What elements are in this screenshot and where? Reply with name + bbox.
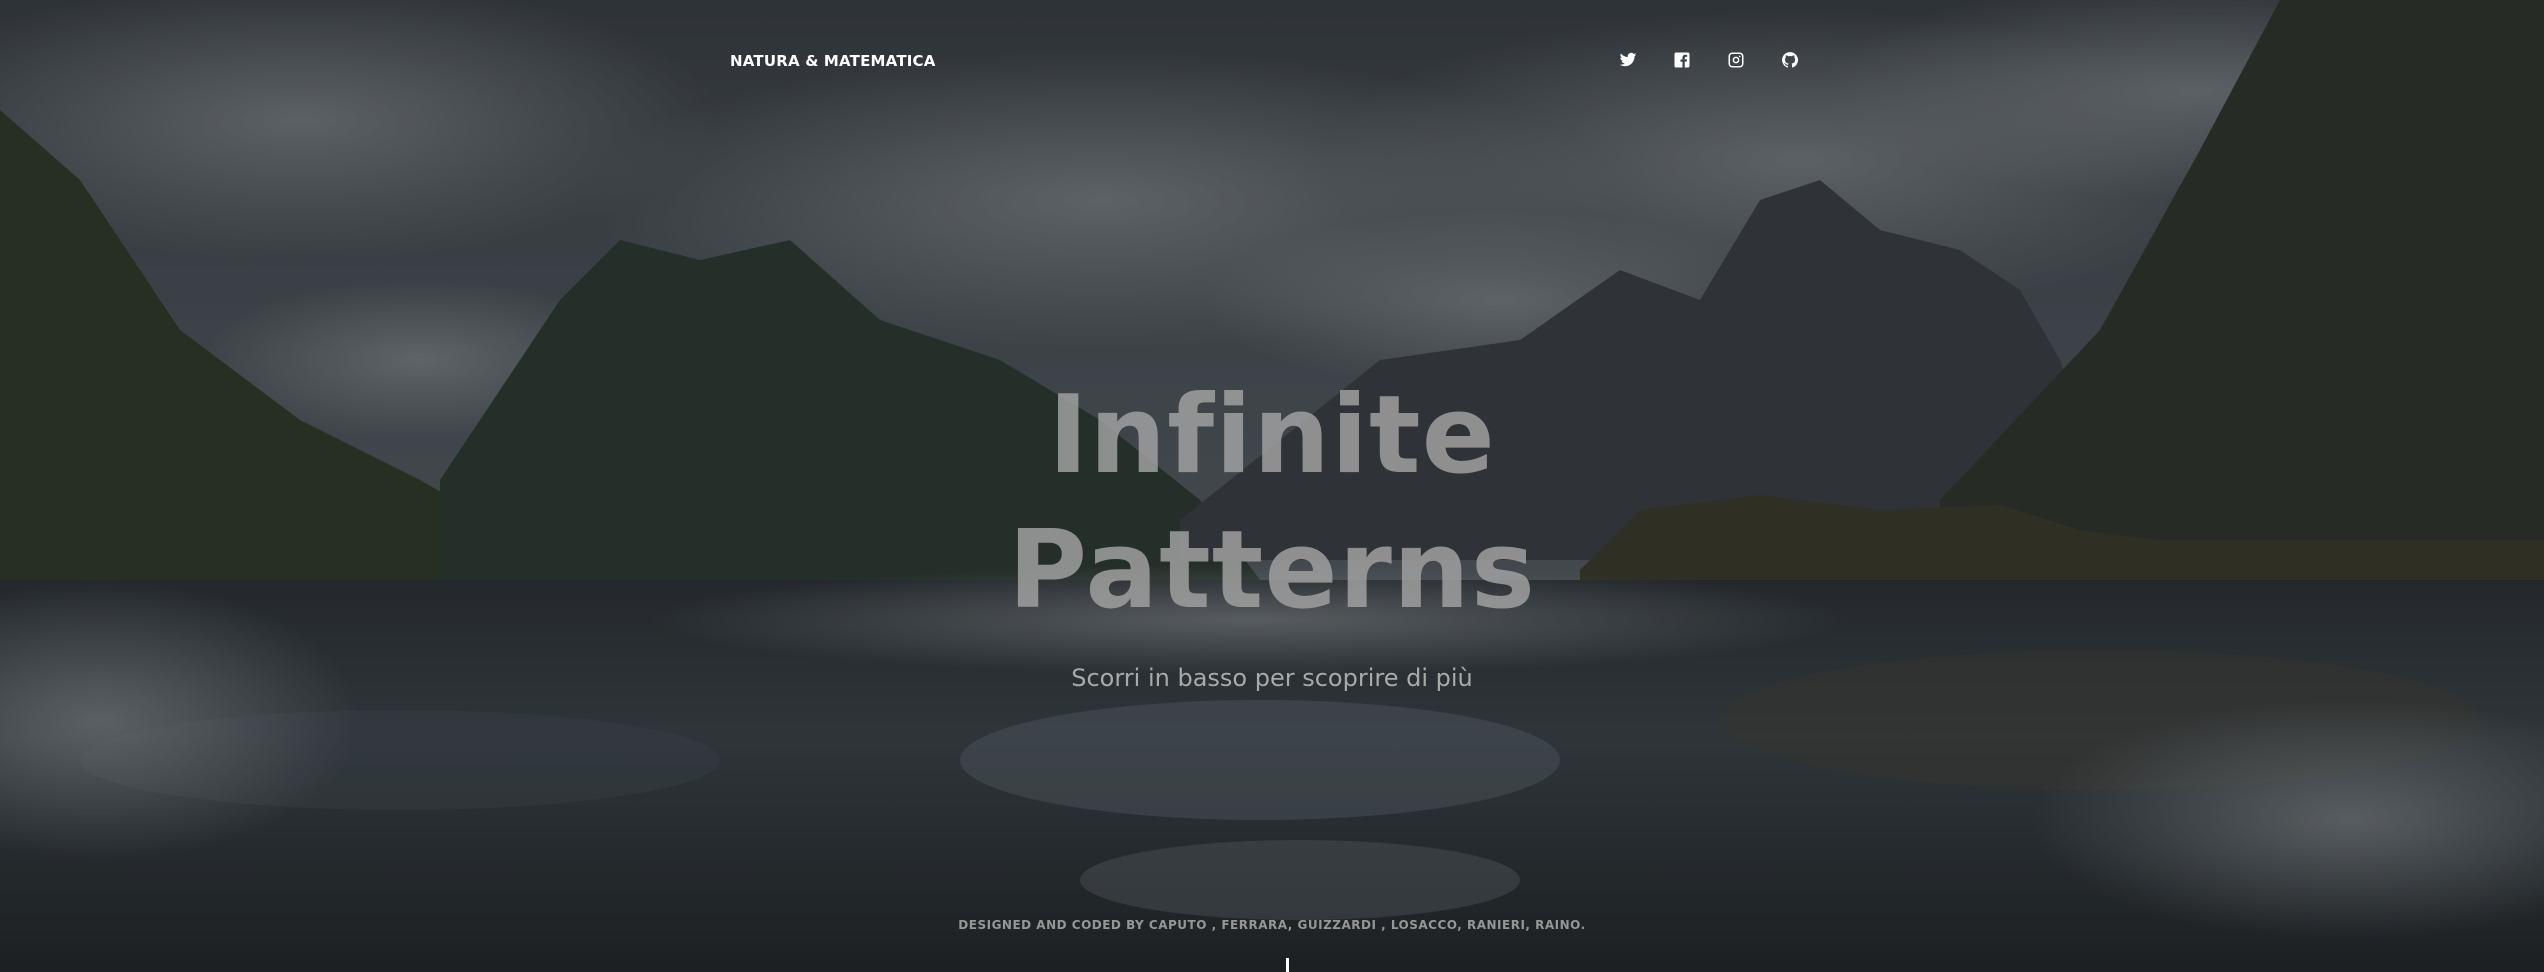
hero-title-line-1: Infinite [1048,373,1496,498]
github-icon [1782,52,1799,68]
scroll-down-indicator[interactable] [1286,958,1289,972]
hero-title-line-2: Patterns [1007,508,1537,633]
github-link[interactable] [1780,50,1800,70]
social-links [1618,50,1800,70]
top-navigation: NATURA & MATEMATICA [0,0,2544,124]
instagram-icon [1728,52,1744,68]
hero-section: NATURA & MATEMATICA Infinite Patterns Sc… [0,0,2544,972]
facebook-icon [1674,52,1690,68]
hero-subtitle: Scorri in basso per scoprire di più [1071,664,1473,692]
twitter-link[interactable] [1618,50,1638,70]
twitter-icon [1619,52,1637,67]
facebook-link[interactable] [1672,50,1692,70]
footer-credits: DESIGNED AND CODED BY CAPUTO , FERRARA, … [958,918,1586,932]
brand-logo-link[interactable]: NATURA & MATEMATICA [730,52,936,70]
instagram-link[interactable] [1726,50,1746,70]
